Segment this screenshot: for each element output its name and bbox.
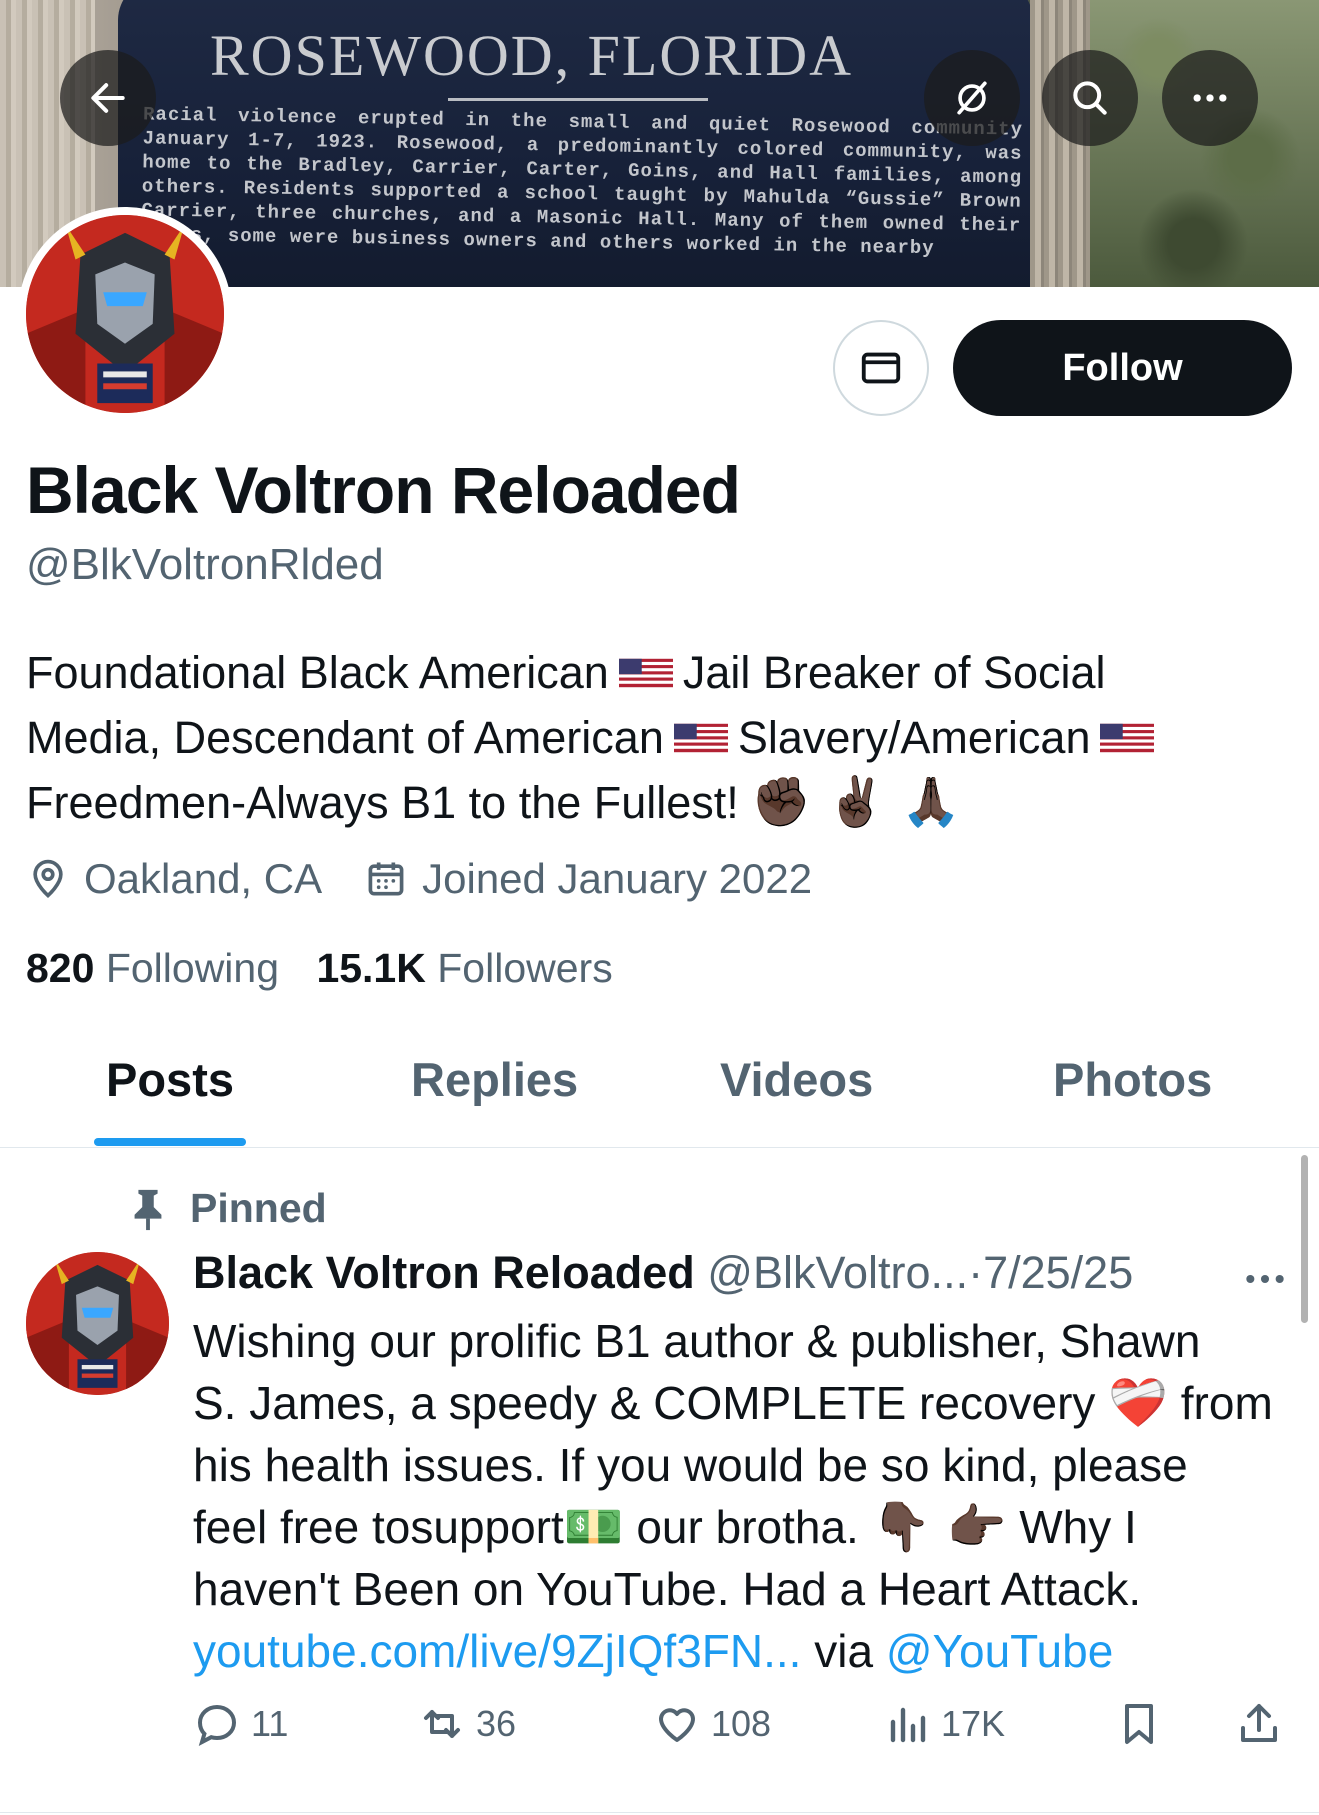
profile-avatar[interactable] [18, 207, 232, 421]
arrow-left-icon [91, 83, 125, 113]
following-label: Following [105, 945, 280, 991]
youtube-mention[interactable]: @YouTube [886, 1625, 1113, 1677]
banner-sign-rule [448, 98, 708, 101]
message-button[interactable] [833, 320, 929, 416]
scrollbar[interactable] [1301, 1155, 1308, 1323]
voltron-avatar-image [26, 1252, 169, 1395]
us-flag-icon [673, 723, 728, 753]
post-text: Wishing our prolific B1 author & publish… [193, 1310, 1293, 1682]
post-author-avatar[interactable] [26, 1252, 169, 1395]
like-count: 108 [711, 1703, 772, 1744]
post-line: haven't Been on YouTube. Had a Heart Att… [193, 1563, 1142, 1615]
post-line: Why I [1019, 1501, 1137, 1553]
profile-bio: Foundational Black American Jail Breaker … [26, 640, 1286, 835]
bio-text: Jail Breaker of Social [682, 647, 1106, 698]
views-chart-icon [890, 1707, 926, 1743]
tab-photos[interactable]: Photos [1053, 1052, 1212, 1107]
money-emoji: 💵 [563, 1499, 624, 1555]
repost-count: 36 [476, 1703, 517, 1744]
tab-videos[interactable]: Videos [720, 1052, 873, 1107]
followers-count: 15.1K [316, 945, 426, 991]
bookmark-icon [1125, 1704, 1153, 1744]
bio-text: Foundational Black American [26, 647, 609, 698]
via-text: via [814, 1625, 874, 1677]
profile-location: Oakland, CA [26, 855, 322, 903]
profile-tabs: Posts Replies Videos Photos [0, 1040, 1319, 1148]
like-button[interactable]: 108 [653, 1700, 771, 1748]
banner-sign-title: ROSEWOOD, FLORIDA [210, 23, 853, 88]
pin-icon [134, 1189, 162, 1230]
translate-button[interactable] [924, 50, 1020, 146]
post-more-button[interactable] [1243, 1252, 1287, 1297]
translate-off-icon [957, 81, 987, 115]
post-actions: 11 36 108 17K [193, 1700, 1293, 1760]
profile-stats: 820 Following 15.1K Followers [26, 945, 639, 992]
reply-count: 11 [251, 1703, 289, 1744]
bio-text: Slavery/American [737, 712, 1091, 763]
follow-button[interactable]: Follow [953, 320, 1292, 416]
post-header: Black Voltron Reloaded @BlkVoltro...·7/2… [193, 1247, 1133, 1299]
share-icon [1241, 1704, 1277, 1742]
divider [0, 1812, 1319, 1813]
followers-link[interactable]: 15.1K Followers [316, 945, 612, 991]
post-separator: · [968, 1247, 984, 1298]
back-button[interactable] [60, 50, 156, 146]
post-author-name[interactable]: Black Voltron Reloaded [193, 1247, 695, 1298]
bio-emojis: ✊🏿 ✌🏿 🙏🏿 [751, 774, 962, 830]
profile-handle: @BlkVoltronRlded [26, 540, 384, 589]
following-count: 820 [26, 945, 95, 991]
youtube-link[interactable]: youtube.com/live/9ZjIQf3FN... [193, 1625, 801, 1677]
share-button[interactable] [1235, 1700, 1293, 1748]
location-pin-icon [33, 859, 63, 898]
search-button[interactable] [1042, 50, 1138, 146]
joined-text: Joined January 2022 [422, 855, 813, 902]
tab-posts[interactable]: Posts [106, 1052, 234, 1107]
pointing-emojis: 👇🏿 👉🏿 [871, 1499, 1007, 1555]
banner-historical-marker: ROSEWOOD, FLORIDA Racial violence erupte… [118, 0, 1033, 287]
post-line: Wishing our prolific B1 author & publish… [193, 1315, 1201, 1367]
us-flag-icon [618, 658, 673, 688]
more-horizontal-icon [1246, 1274, 1284, 1284]
more-options-button[interactable] [1162, 50, 1258, 146]
views-count: 17K [941, 1703, 1006, 1744]
us-flag-icon [1100, 723, 1155, 753]
post-line: from [1180, 1377, 1273, 1429]
pinned-label: Pinned [190, 1185, 327, 1231]
profile-joined: Joined January 2022 [364, 855, 812, 903]
reply-icon [197, 1704, 237, 1746]
profile-display-name: Black Voltron Reloaded [26, 453, 741, 527]
post-line: feel free tosupport [193, 1501, 564, 1553]
repost-icon [424, 1710, 460, 1738]
pinned-indicator: Pinned [128, 1185, 327, 1232]
active-tab-indicator [94, 1138, 246, 1146]
mending-heart-emoji: ❤️‍🩹 [1108, 1375, 1168, 1431]
voltron-avatar-image [26, 215, 224, 413]
views-button[interactable]: 17K [883, 1700, 1005, 1748]
post-author-handle[interactable]: @BlkVoltro... [707, 1247, 968, 1298]
bio-text: Freedmen-Always B1 to the Fullest! [26, 777, 739, 828]
heart-icon [659, 1708, 695, 1742]
search-icon [1073, 81, 1107, 115]
reply-button[interactable]: 11 [193, 1700, 288, 1748]
envelope-icon [861, 352, 901, 384]
bookmark-button[interactable] [1115, 1700, 1173, 1748]
post-line: our brotha. [636, 1501, 859, 1553]
more-horizontal-icon [1193, 94, 1227, 102]
following-link[interactable]: 820 Following [26, 945, 279, 991]
repost-button[interactable]: 36 [418, 1700, 516, 1748]
post-date[interactable]: 7/25/25 [983, 1247, 1133, 1298]
calendar-icon [368, 862, 404, 896]
followers-label: Followers [437, 945, 613, 991]
profile-meta: Oakland, CA Joined January 2022 [26, 855, 854, 903]
tab-replies[interactable]: Replies [411, 1052, 578, 1107]
location-text: Oakland, CA [84, 855, 323, 902]
bio-text: Media, Descendant of American [26, 712, 664, 763]
post-line: his health issues. If you would be so ki… [193, 1439, 1188, 1491]
post-line: S. James, a speedy & COMPLETE recovery [193, 1377, 1096, 1429]
banner-sign-text: Racial violence erupted in the small and… [140, 103, 1024, 260]
